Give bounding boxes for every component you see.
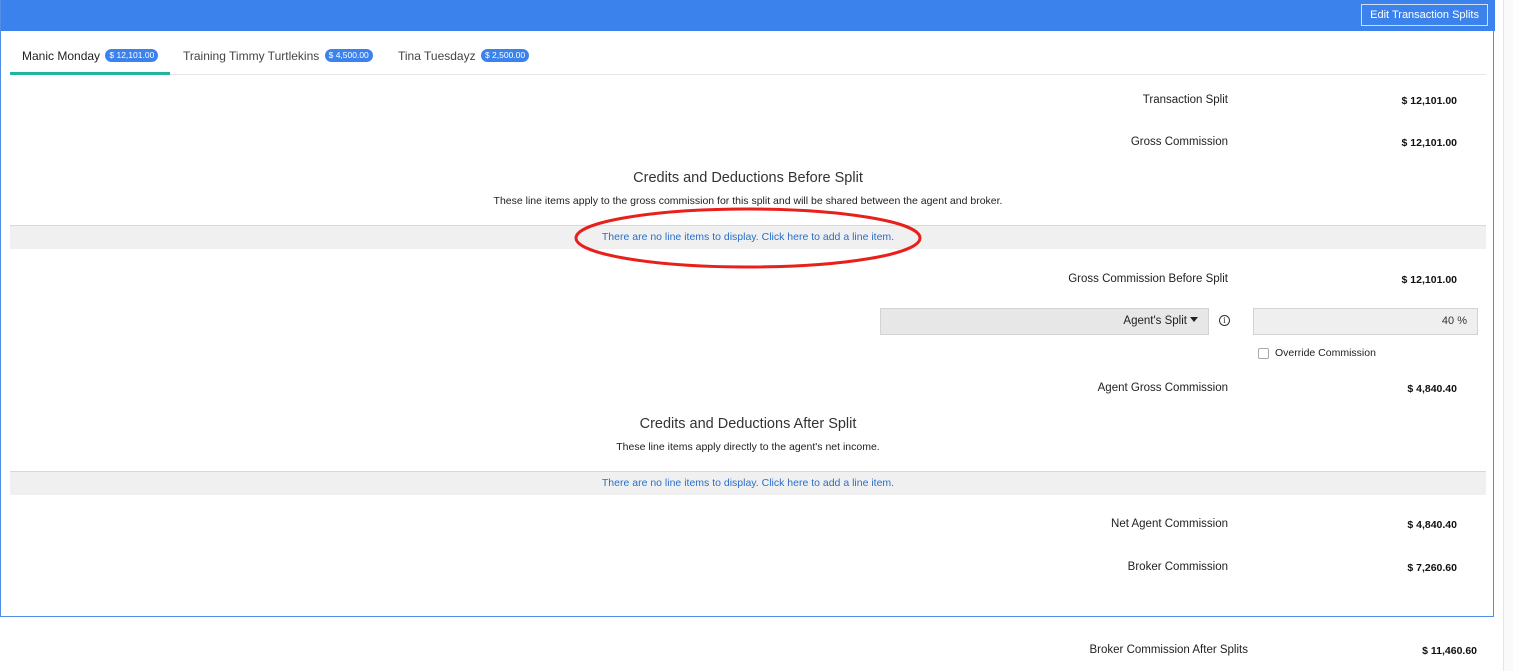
tab-label: Tina Tuesdayz: [398, 49, 476, 63]
broker-commission-label: Broker Commission: [1127, 561, 1228, 573]
panel-header-bar: Edit Transaction Splits: [1, 0, 1495, 31]
tab-amount-badge: $ 2,500.00: [480, 49, 530, 62]
after-split-subtitle: These line items apply directly to the a…: [616, 441, 880, 453]
gross-commission-value: $ 12,101.00: [1401, 137, 1457, 149]
tab-amount-badge: $ 4,500.00: [324, 49, 373, 62]
tab-manic-monday[interactable]: Manic Monday $ 12,101.00: [10, 40, 171, 75]
split-panel: Edit Transaction Splits Manic Monday $ 1…: [0, 0, 1495, 617]
split-type-value: Agent's Split: [1123, 315, 1187, 327]
add-line-item-after-split-link[interactable]: There are no line items to display. Clic…: [602, 477, 894, 489]
split-percent-input[interactable]: 40 %: [1253, 308, 1478, 335]
after-split-title: Credits and Deductions After Split: [639, 416, 857, 432]
page-scrollbar[interactable]: [1503, 0, 1513, 671]
tab-label: Training Timmy Turtlekins: [183, 49, 320, 63]
net-agent-commission-label: Net Agent Commission: [1111, 518, 1228, 530]
after-split-empty-row: There are no line items to display. Clic…: [10, 471, 1486, 495]
broker-after-splits-label: Broker Commission After Splits: [1089, 644, 1249, 656]
info-icon[interactable]: i: [1219, 315, 1230, 326]
edit-transaction-splits-button[interactable]: Edit Transaction Splits: [1361, 4, 1488, 26]
before-split-subtitle: These line items apply to the gross comm…: [493, 195, 1003, 207]
broker-commission-value: $ 7,260.60: [1407, 562, 1457, 574]
agent-gross-commission-value: $ 4,840.40: [1407, 383, 1457, 395]
transaction-split-value: $ 12,101.00: [1401, 95, 1457, 107]
agent-gross-commission-label: Agent Gross Commission: [1097, 382, 1228, 394]
tab-training-timmy-turtlekins[interactable]: Training Timmy Turtlekins $ 4,500.00: [171, 40, 385, 75]
tab-tina-tuesdayz[interactable]: Tina Tuesdayz $ 2,500.00: [386, 40, 541, 75]
transaction-split-label: Transaction Split: [1142, 94, 1228, 106]
override-commission-checkbox[interactable]: [1258, 348, 1269, 359]
before-split-empty-row: There are no line items to display. Clic…: [10, 225, 1486, 249]
gross-before-split-label: Gross Commission Before Split: [1068, 273, 1228, 285]
caret-down-icon: [1190, 317, 1198, 322]
tab-amount-badge: $ 12,101.00: [105, 49, 159, 62]
gross-commission-label: Gross Commission: [1130, 136, 1228, 148]
net-agent-commission-value: $ 4,840.40: [1407, 519, 1457, 531]
before-split-title: Credits and Deductions Before Split: [633, 170, 863, 186]
agent-tabs: Manic Monday $ 12,101.00 Training Timmy …: [10, 40, 1486, 75]
split-type-select[interactable]: Agent's Split: [880, 308, 1209, 335]
gross-before-split-value: $ 12,101.00: [1401, 274, 1457, 286]
broker-after-splits-value: $ 11,460.60: [1422, 645, 1477, 657]
override-commission-label: Override Commission: [1275, 347, 1376, 359]
add-line-item-before-split-link[interactable]: There are no line items to display. Clic…: [602, 231, 894, 243]
tab-label: Manic Monday: [22, 49, 101, 63]
